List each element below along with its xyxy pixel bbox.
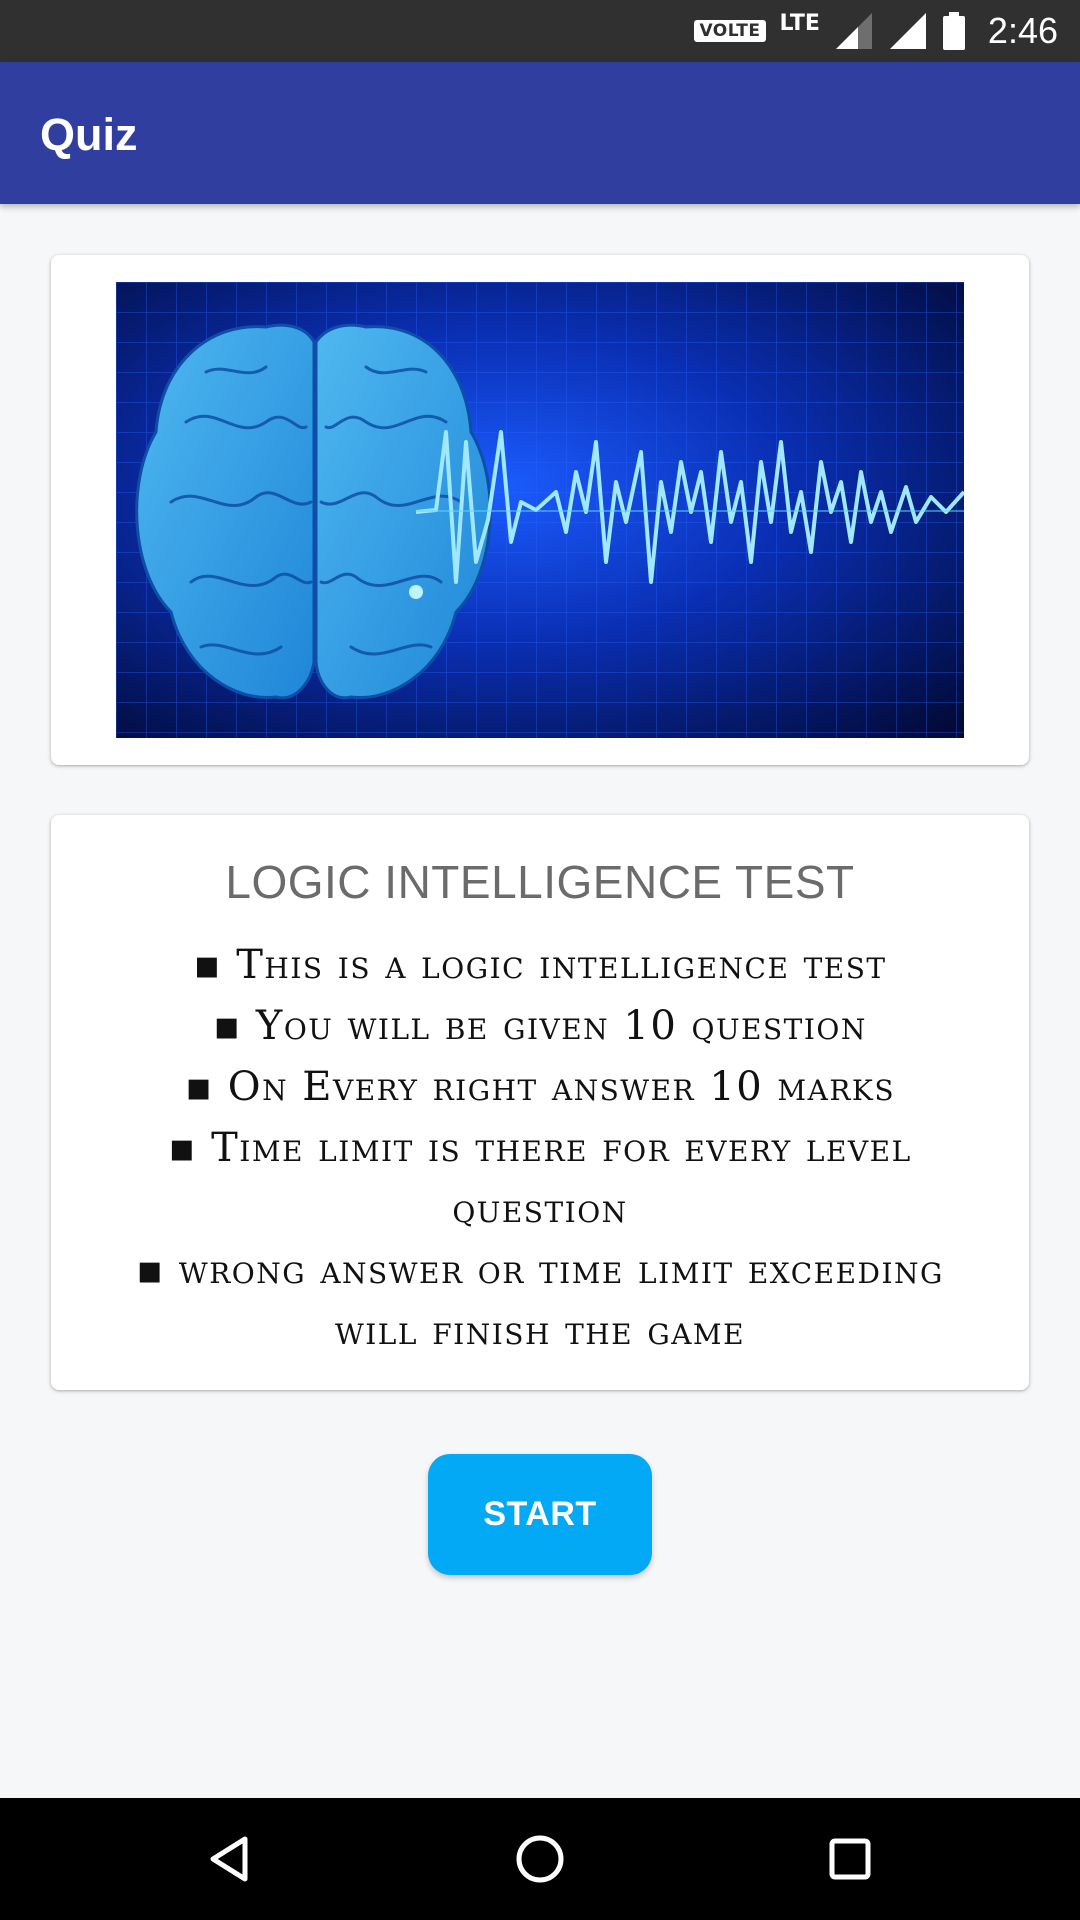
volte-badge: VOLTE [694, 20, 766, 42]
app-title: Quiz [40, 109, 138, 160]
info-title: LOGIC INTELLIGENCE TEST [225, 856, 855, 908]
signal-icon [835, 13, 872, 49]
status-icons: VOLTE LTE 2:46 [694, 0, 1058, 62]
back-triangle-icon [210, 1836, 248, 1882]
clock: 2:46 [987, 10, 1058, 51]
rules-list: ▪ This is a logic intelligence test ▪ Yo… [91, 935, 989, 1362]
recents-button[interactable] [780, 1798, 920, 1920]
image-card [51, 255, 1029, 765]
home-button[interactable] [470, 1798, 610, 1920]
status-bar: VOLTE LTE 2:46 [0, 0, 1080, 62]
home-circle-icon [516, 1835, 564, 1883]
start-button[interactable]: START [428, 1454, 652, 1575]
info-card: LOGIC INTELLIGENCE TEST ▪ This is a logi… [51, 815, 1029, 1390]
rule-item: ▪ Time limit is there for every level qu… [168, 1125, 912, 1232]
recents-square-icon [829, 1838, 871, 1880]
navigation-bar [0, 1798, 1080, 1920]
back-button[interactable] [160, 1798, 300, 1920]
network-type-label: LTE [779, 10, 820, 36]
rule-item: ▪ wrong answer or time limit exceeding w… [136, 1247, 944, 1354]
app-bar: Quiz [0, 62, 1080, 204]
rule-item: ▪ You will be given 10 question [213, 1003, 867, 1049]
signal-full-icon [889, 13, 926, 49]
battery-icon [942, 12, 965, 50]
brain-wave-image [116, 282, 964, 738]
rule-item: ▪ This is a logic intelligence test [193, 942, 887, 988]
rule-item: ▪ On Every right answer 10 marks [184, 1064, 896, 1110]
